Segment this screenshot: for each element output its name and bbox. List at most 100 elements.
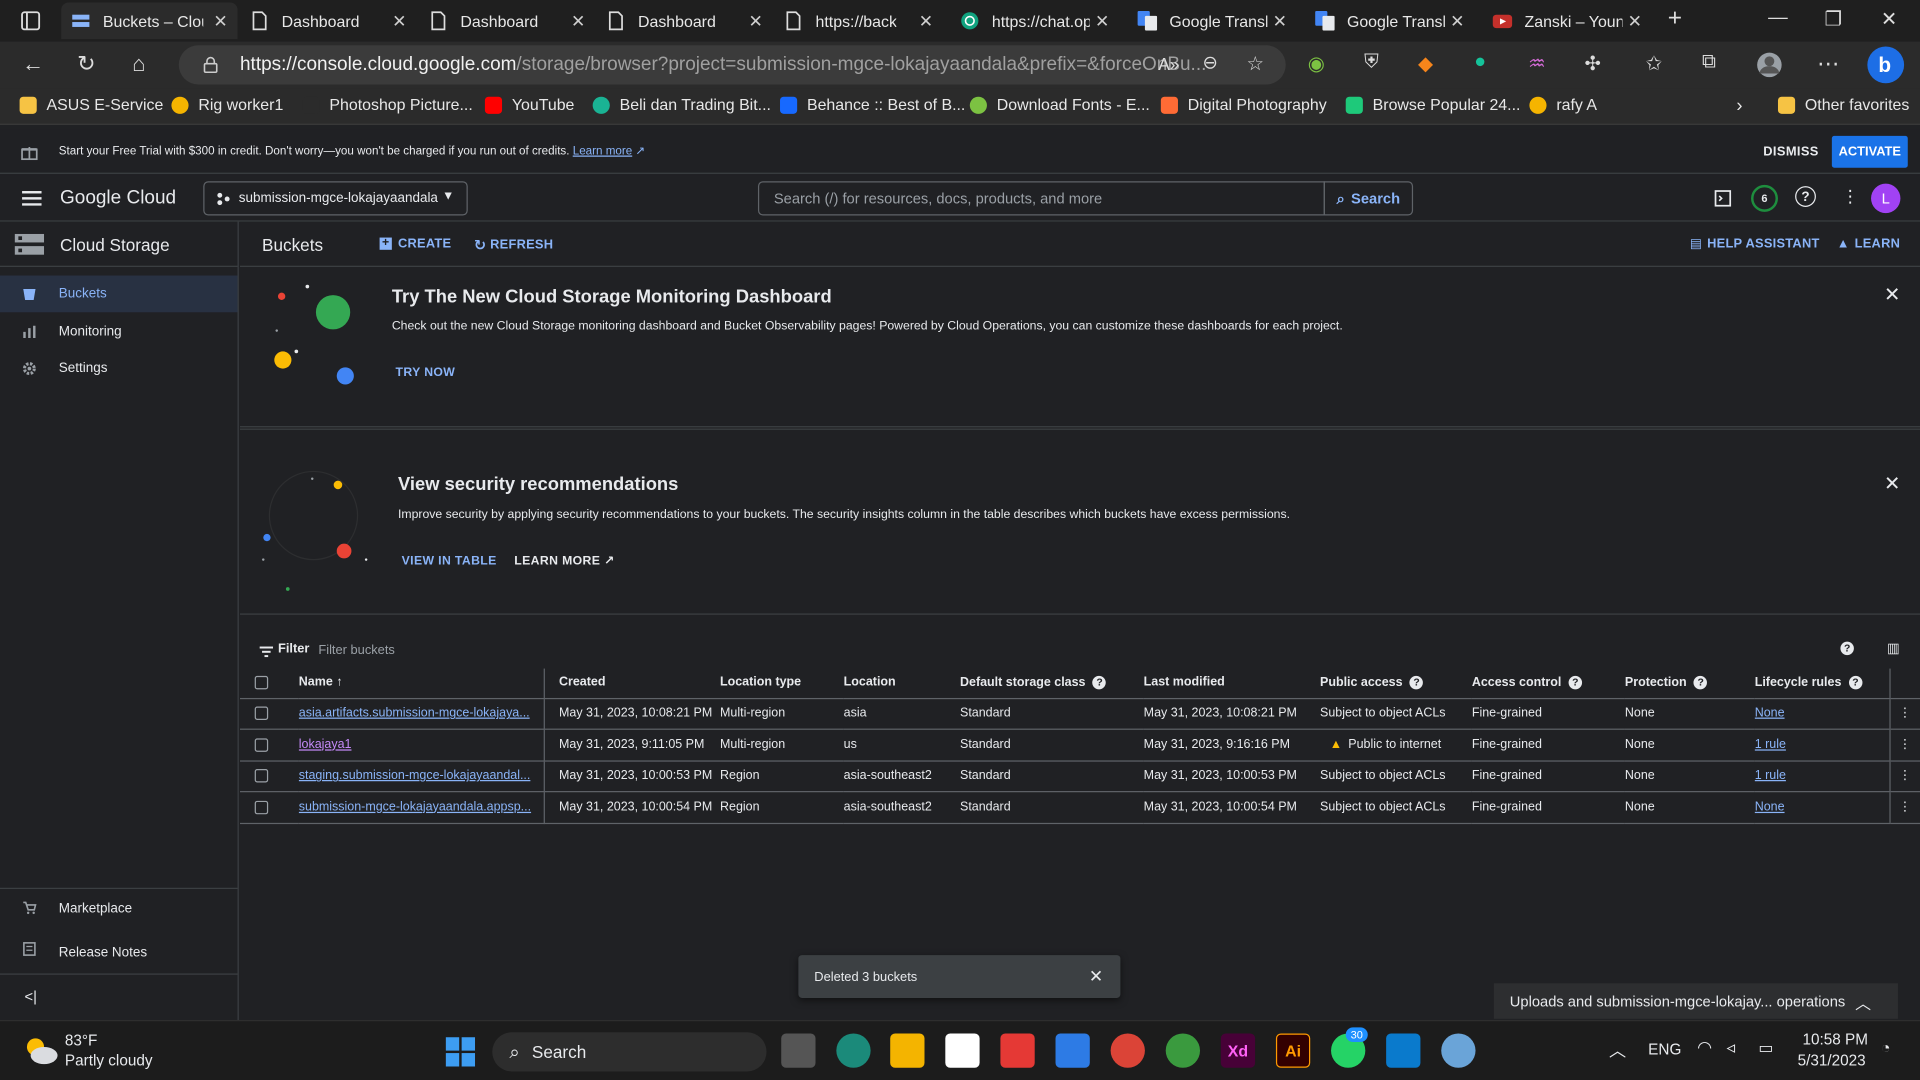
adobe-xd-icon[interactable]: Xd: [1220, 1033, 1256, 1068]
file-explorer-icon[interactable]: [890, 1033, 925, 1068]
volume-icon[interactable]: ◃: [1727, 1037, 1736, 1058]
more-vert-icon[interactable]: ⋮: [1842, 186, 1859, 207]
bucket-name-link[interactable]: staging.submission-mgce-lokajayaandal...: [299, 769, 531, 782]
filter-input[interactable]: Filter buckets: [318, 643, 1420, 658]
chevron-right-icon[interactable]: ›: [1736, 96, 1742, 117]
close-icon[interactable]: ✕: [1884, 471, 1900, 495]
avatar[interactable]: L: [1871, 183, 1901, 214]
clock-date[interactable]: 5/31/2023: [1798, 1052, 1866, 1069]
col-protection[interactable]: Protection?: [1624, 668, 1755, 699]
close-icon[interactable]: ✕: [748, 10, 762, 31]
learn-more-button[interactable]: LEARN MORE ↗: [514, 555, 614, 568]
home-icon[interactable]: ⌂: [132, 51, 145, 77]
column-display-icon[interactable]: ▥: [1887, 640, 1900, 657]
mail-icon[interactable]: [1055, 1033, 1090, 1068]
bookmark-other-favorites[interactable]: Other favorites: [1777, 96, 1909, 114]
tab-translate-2[interactable]: Google Translate ✕: [1305, 2, 1474, 39]
language-indicator[interactable]: ENG: [1648, 1041, 1681, 1058]
table-row[interactable]: submission-mgce-lokajayaandala.appsp... …: [240, 791, 1920, 824]
activate-button[interactable]: ACTIVATE: [1831, 135, 1908, 168]
gift-app-icon[interactable]: [1000, 1033, 1035, 1068]
row-checkbox[interactable]: [254, 800, 269, 814]
sidebar-item-release-notes[interactable]: Release Notes: [0, 931, 238, 975]
bookmark-rig[interactable]: Rig worker1: [171, 96, 283, 114]
lifecycle-link[interactable]: None: [1755, 801, 1785, 814]
help-icon[interactable]: ?: [1409, 676, 1424, 690]
console-search-input[interactable]: Search (/) for resources, docs, products…: [757, 181, 1325, 216]
view-in-table-button[interactable]: VIEW IN TABLE: [402, 555, 497, 568]
cloud-shell-icon[interactable]: [1714, 190, 1732, 207]
close-icon[interactable]: ✕: [392, 10, 406, 31]
row-actions-icon[interactable]: ⋮: [1888, 791, 1920, 824]
help-icon[interactable]: ?: [1693, 676, 1708, 690]
col-last-modified[interactable]: Last modified: [1143, 668, 1321, 699]
window-close-icon[interactable]: ✕: [1881, 7, 1897, 31]
table-row[interactable]: staging.submission-mgce-lokajayaandal...…: [240, 760, 1920, 793]
close-icon[interactable]: ✕: [1095, 10, 1109, 31]
bookmark-behance[interactable]: Behance :: Best of B...: [780, 96, 965, 114]
bucket-name-link[interactable]: lokajaya1: [299, 738, 352, 751]
close-icon[interactable]: ✕: [1450, 10, 1464, 31]
taskbar-search[interactable]: ⌕ Search: [492, 1032, 767, 1072]
shield-icon[interactable]: ⛨: [1364, 51, 1379, 73]
app-icon[interactable]: [1441, 1033, 1476, 1068]
grammarly-icon[interactable]: ●: [1474, 51, 1486, 73]
table-row[interactable]: asia.artifacts.submission-mgce-lokajaya.…: [240, 697, 1920, 730]
google-cloud-logo[interactable]: Google Cloud: [60, 187, 176, 209]
col-public-access[interactable]: Public access?: [1320, 668, 1472, 699]
illustrator-icon[interactable]: Ai: [1275, 1033, 1311, 1068]
bookmark-fonts[interactable]: Download Fonts - E...: [969, 96, 1150, 114]
url-field[interactable]: https://console.cloud.google.com/storage…: [178, 45, 1286, 85]
clock-time[interactable]: 10:58 PM: [1802, 1031, 1868, 1048]
tab-backend[interactable]: https://backend ✕: [774, 2, 943, 39]
operations-panel[interactable]: Uploads and submission-mgce-lokajay... o…: [1493, 983, 1898, 1019]
tab-dashboard-3[interactable]: Dashboard ✕: [596, 2, 772, 39]
favorite-star-icon[interactable]: ☆: [1247, 51, 1265, 75]
zoom-icon[interactable]: ⊖: [1202, 51, 1217, 74]
hamburger-menu-icon[interactable]: [22, 191, 42, 206]
tab-translate-1[interactable]: Google Translate ✕: [1128, 2, 1297, 39]
col-name[interactable]: Name ↑: [298, 668, 545, 699]
chevron-up-icon[interactable]: ︿: [1609, 1038, 1626, 1062]
metamask-icon[interactable]: ◆: [1418, 51, 1433, 75]
search-button[interactable]: ⌕ Search: [1323, 181, 1414, 216]
minimize-icon[interactable]: —: [1768, 7, 1788, 29]
chrome-icon[interactable]: [1110, 1033, 1145, 1068]
row-actions-icon[interactable]: ⋮: [1888, 760, 1920, 793]
help-icon[interactable]: ?: [1848, 676, 1863, 690]
help-icon[interactable]: ?: [1795, 186, 1816, 207]
row-checkbox[interactable]: [254, 706, 269, 721]
table-row[interactable]: lokajaya1 May 31, 2023, 9:11:05 PM Multi…: [240, 729, 1920, 762]
tab-actions-icon[interactable]: [21, 11, 41, 31]
col-location-type[interactable]: Location type: [720, 668, 844, 699]
profile-icon[interactable]: [1756, 51, 1783, 78]
collapse-sidebar-icon[interactable]: <|: [24, 988, 36, 1005]
dismiss-button[interactable]: DISMISS: [1763, 144, 1818, 159]
notification-bell-icon[interactable]: ◔: [1881, 1038, 1891, 1056]
select-all-checkbox[interactable]: [254, 676, 269, 690]
vscode-icon[interactable]: [1386, 1033, 1421, 1068]
notifications-badge[interactable]: 6: [1751, 184, 1778, 212]
edge-dev-icon[interactable]: [1165, 1033, 1201, 1068]
help-assistant-button[interactable]: ▤ HELP ASSISTANT: [1690, 236, 1820, 251]
extensions-puzzle-icon[interactable]: ✣: [1585, 51, 1601, 75]
close-icon[interactable]: ✕: [571, 10, 585, 31]
close-icon[interactable]: ✕: [1089, 966, 1103, 987]
bookmark-photography[interactable]: Digital Photography: [1160, 96, 1327, 114]
sidebar-item-marketplace[interactable]: Marketplace: [0, 887, 238, 927]
reload-icon[interactable]: ↻: [77, 51, 95, 77]
close-icon[interactable]: ✕: [1273, 10, 1287, 31]
sidebar-item-monitoring[interactable]: Monitoring: [0, 313, 238, 350]
store-icon[interactable]: [945, 1033, 980, 1068]
tab-chatgpt[interactable]: https://chat.openai ✕: [950, 2, 1119, 39]
help-icon[interactable]: ?: [1568, 676, 1583, 690]
back-icon[interactable]: ←: [22, 51, 44, 77]
row-checkbox[interactable]: [254, 769, 269, 783]
wifi-icon[interactable]: ◠: [1697, 1037, 1712, 1058]
refresh-button[interactable]: ↻ REFRESH: [474, 236, 553, 253]
extension-2-icon[interactable]: ♒: [1528, 51, 1546, 75]
create-button[interactable]: + CREATE: [379, 236, 452, 251]
lifecycle-link[interactable]: None: [1755, 707, 1785, 720]
col-storage-class[interactable]: Default storage class?: [960, 668, 1144, 699]
windows-start-icon[interactable]: [445, 1037, 476, 1067]
